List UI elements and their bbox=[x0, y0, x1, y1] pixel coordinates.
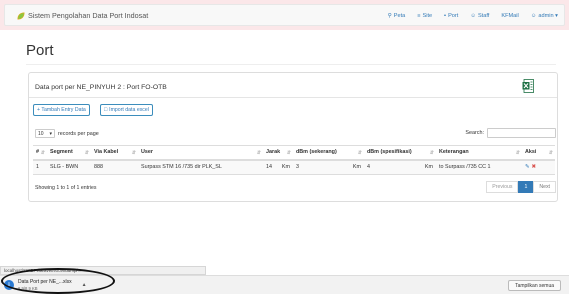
nav-link-staff[interactable]: ☺ Staff bbox=[464, 13, 495, 19]
leaf-logo-icon bbox=[17, 11, 25, 20]
import-excel-button[interactable]: □ Import data excel bbox=[100, 104, 153, 116]
nav-link-peta[interactable]: ⚲ Peta bbox=[382, 13, 412, 19]
excel-export-icon[interactable] bbox=[522, 79, 534, 93]
nav-link-label: Staff bbox=[477, 13, 490, 19]
col-header-aksi[interactable]: Aksi ⇵ bbox=[522, 145, 555, 161]
col-header-no[interactable]: # ⇵ bbox=[33, 145, 47, 161]
port-table: # ⇵ Segment ⇵ Via Kabel ⇵ User ⇵ Jarak ⇵ dBm … bbox=[33, 145, 555, 175]
pagination: Previous 1 Next bbox=[486, 181, 556, 193]
page-length-select[interactable]: 10 ▾ bbox=[35, 129, 55, 138]
col-header-user[interactable]: User ⇵ bbox=[138, 145, 263, 161]
brand-label: Sistem Pengolahan Data Port Indosat bbox=[28, 11, 149, 20]
sort-icon: ⇵ bbox=[84, 150, 89, 156]
navbar: Sistem Pengolahan Data Port Indosat ⚲ Pet… bbox=[4, 4, 565, 26]
plug-icon: ▪ bbox=[444, 13, 447, 19]
file-icon: □ bbox=[104, 107, 108, 113]
map-marker-icon: ⚲ bbox=[387, 13, 392, 19]
import-excel-label: Import data excel bbox=[109, 107, 149, 113]
sort-icon: ⇵ bbox=[357, 150, 362, 156]
cell-dbm-sekerang: 3 Km bbox=[293, 159, 364, 175]
nav-link-label: Port bbox=[448, 13, 459, 19]
cell-keterangan: to Surpass /735 CC 1 bbox=[436, 159, 522, 175]
signal-icon: ≡ bbox=[417, 13, 421, 19]
search-input[interactable] bbox=[487, 128, 556, 138]
nav-link-label: Peta bbox=[393, 13, 406, 19]
nav-link-label: Site bbox=[422, 13, 433, 19]
chevron-down-icon: ▾ bbox=[49, 130, 52, 137]
col-header-jarak[interactable]: Jarak ⇵ bbox=[263, 145, 293, 161]
page-title: Port bbox=[26, 42, 54, 59]
cell-dbm-spesifikasi: 4 Km bbox=[364, 159, 436, 175]
brand[interactable]: Sistem Pengolahan Data Port Indosat bbox=[17, 11, 148, 20]
page-length-control: 10 ▾ records per page bbox=[35, 129, 99, 138]
search-label: Search: bbox=[465, 130, 484, 136]
nav-link-site[interactable]: ≡ Site bbox=[411, 13, 438, 19]
nav-link-port[interactable]: ▪ Port bbox=[438, 13, 464, 19]
nav-links: ⚲ Peta ≡ Site ▪ Port ☺ Staff KFMail ☺ admin ▾ bbox=[382, 5, 564, 27]
page-length-label: records per page bbox=[58, 130, 99, 137]
user-icon: ☺ bbox=[530, 13, 537, 19]
cell-aksi: ✎ ✖ bbox=[522, 159, 555, 175]
cell-jarak: 14 Km bbox=[263, 159, 293, 175]
cell-segment: SLG - BWN bbox=[47, 159, 91, 175]
add-entry-button[interactable]: + Tambah Entry Data bbox=[33, 104, 90, 116]
users-icon: ☺ bbox=[470, 13, 476, 19]
nav-link-label: KFMail bbox=[501, 13, 519, 19]
page-length-value: 10 bbox=[38, 130, 44, 137]
sort-icon: ⇵ bbox=[40, 150, 45, 156]
sort-icon: ⇵ bbox=[131, 150, 136, 156]
nav-link-label: admin ▾ bbox=[538, 13, 558, 19]
sort-icon: ⇵ bbox=[515, 150, 520, 156]
sort-icon: ⇵ bbox=[429, 150, 434, 156]
sort-icon: ⇵ bbox=[548, 150, 553, 156]
col-header-dbm-sekerang[interactable]: dBm (sekerang) ⇵ bbox=[293, 145, 364, 161]
previous-page-button[interactable]: Previous bbox=[486, 181, 519, 193]
table-header-row: # ⇵ Segment ⇵ Via Kabel ⇵ User ⇵ Jarak ⇵ dBm … bbox=[33, 145, 555, 161]
show-all-button[interactable]: Tampilkan semua bbox=[508, 280, 561, 291]
nav-link-admin[interactable]: ☺ admin ▾ bbox=[525, 13, 564, 19]
col-header-dbm-spesifikasi[interactable]: dBm (spesifikasi) ⇵ bbox=[364, 145, 436, 161]
search-box: Search: bbox=[465, 128, 556, 138]
page-1-button[interactable]: 1 bbox=[518, 181, 534, 193]
next-page-button[interactable]: Next bbox=[533, 181, 556, 193]
cell-user: Surpass STM 16 /735 dir PLK_SL bbox=[138, 159, 263, 175]
table-info: Showing 1 to 1 of 1 entries bbox=[35, 185, 97, 191]
sort-icon: ⇵ bbox=[256, 150, 261, 156]
edit-icon[interactable]: ✎ bbox=[525, 164, 530, 170]
annotation-ring bbox=[1, 268, 115, 294]
cell-no: 1 bbox=[33, 159, 47, 175]
sort-icon: ⇵ bbox=[286, 150, 291, 156]
delete-icon[interactable]: ✖ bbox=[532, 164, 537, 170]
title-divider bbox=[26, 64, 556, 65]
panel-title: Data port per NE_PINYUH 2 : Port FO-OTB bbox=[35, 84, 167, 91]
cell-via-kabel: 888 bbox=[91, 159, 138, 175]
col-header-segment[interactable]: Segment ⇵ bbox=[47, 145, 91, 161]
nav-link-kfmail[interactable]: KFMail bbox=[495, 13, 524, 19]
col-header-via-kabel[interactable]: Via Kabel ⇵ bbox=[91, 145, 138, 161]
panel-divider bbox=[29, 97, 557, 98]
table-row: 1 SLG - BWN 888 Surpass STM 16 /735 dir … bbox=[33, 159, 555, 175]
port-panel: Data port per NE_PINYUH 2 : Port FO-OTB … bbox=[28, 72, 558, 202]
col-header-keterangan[interactable]: Keterangan ⇵ bbox=[436, 145, 522, 161]
